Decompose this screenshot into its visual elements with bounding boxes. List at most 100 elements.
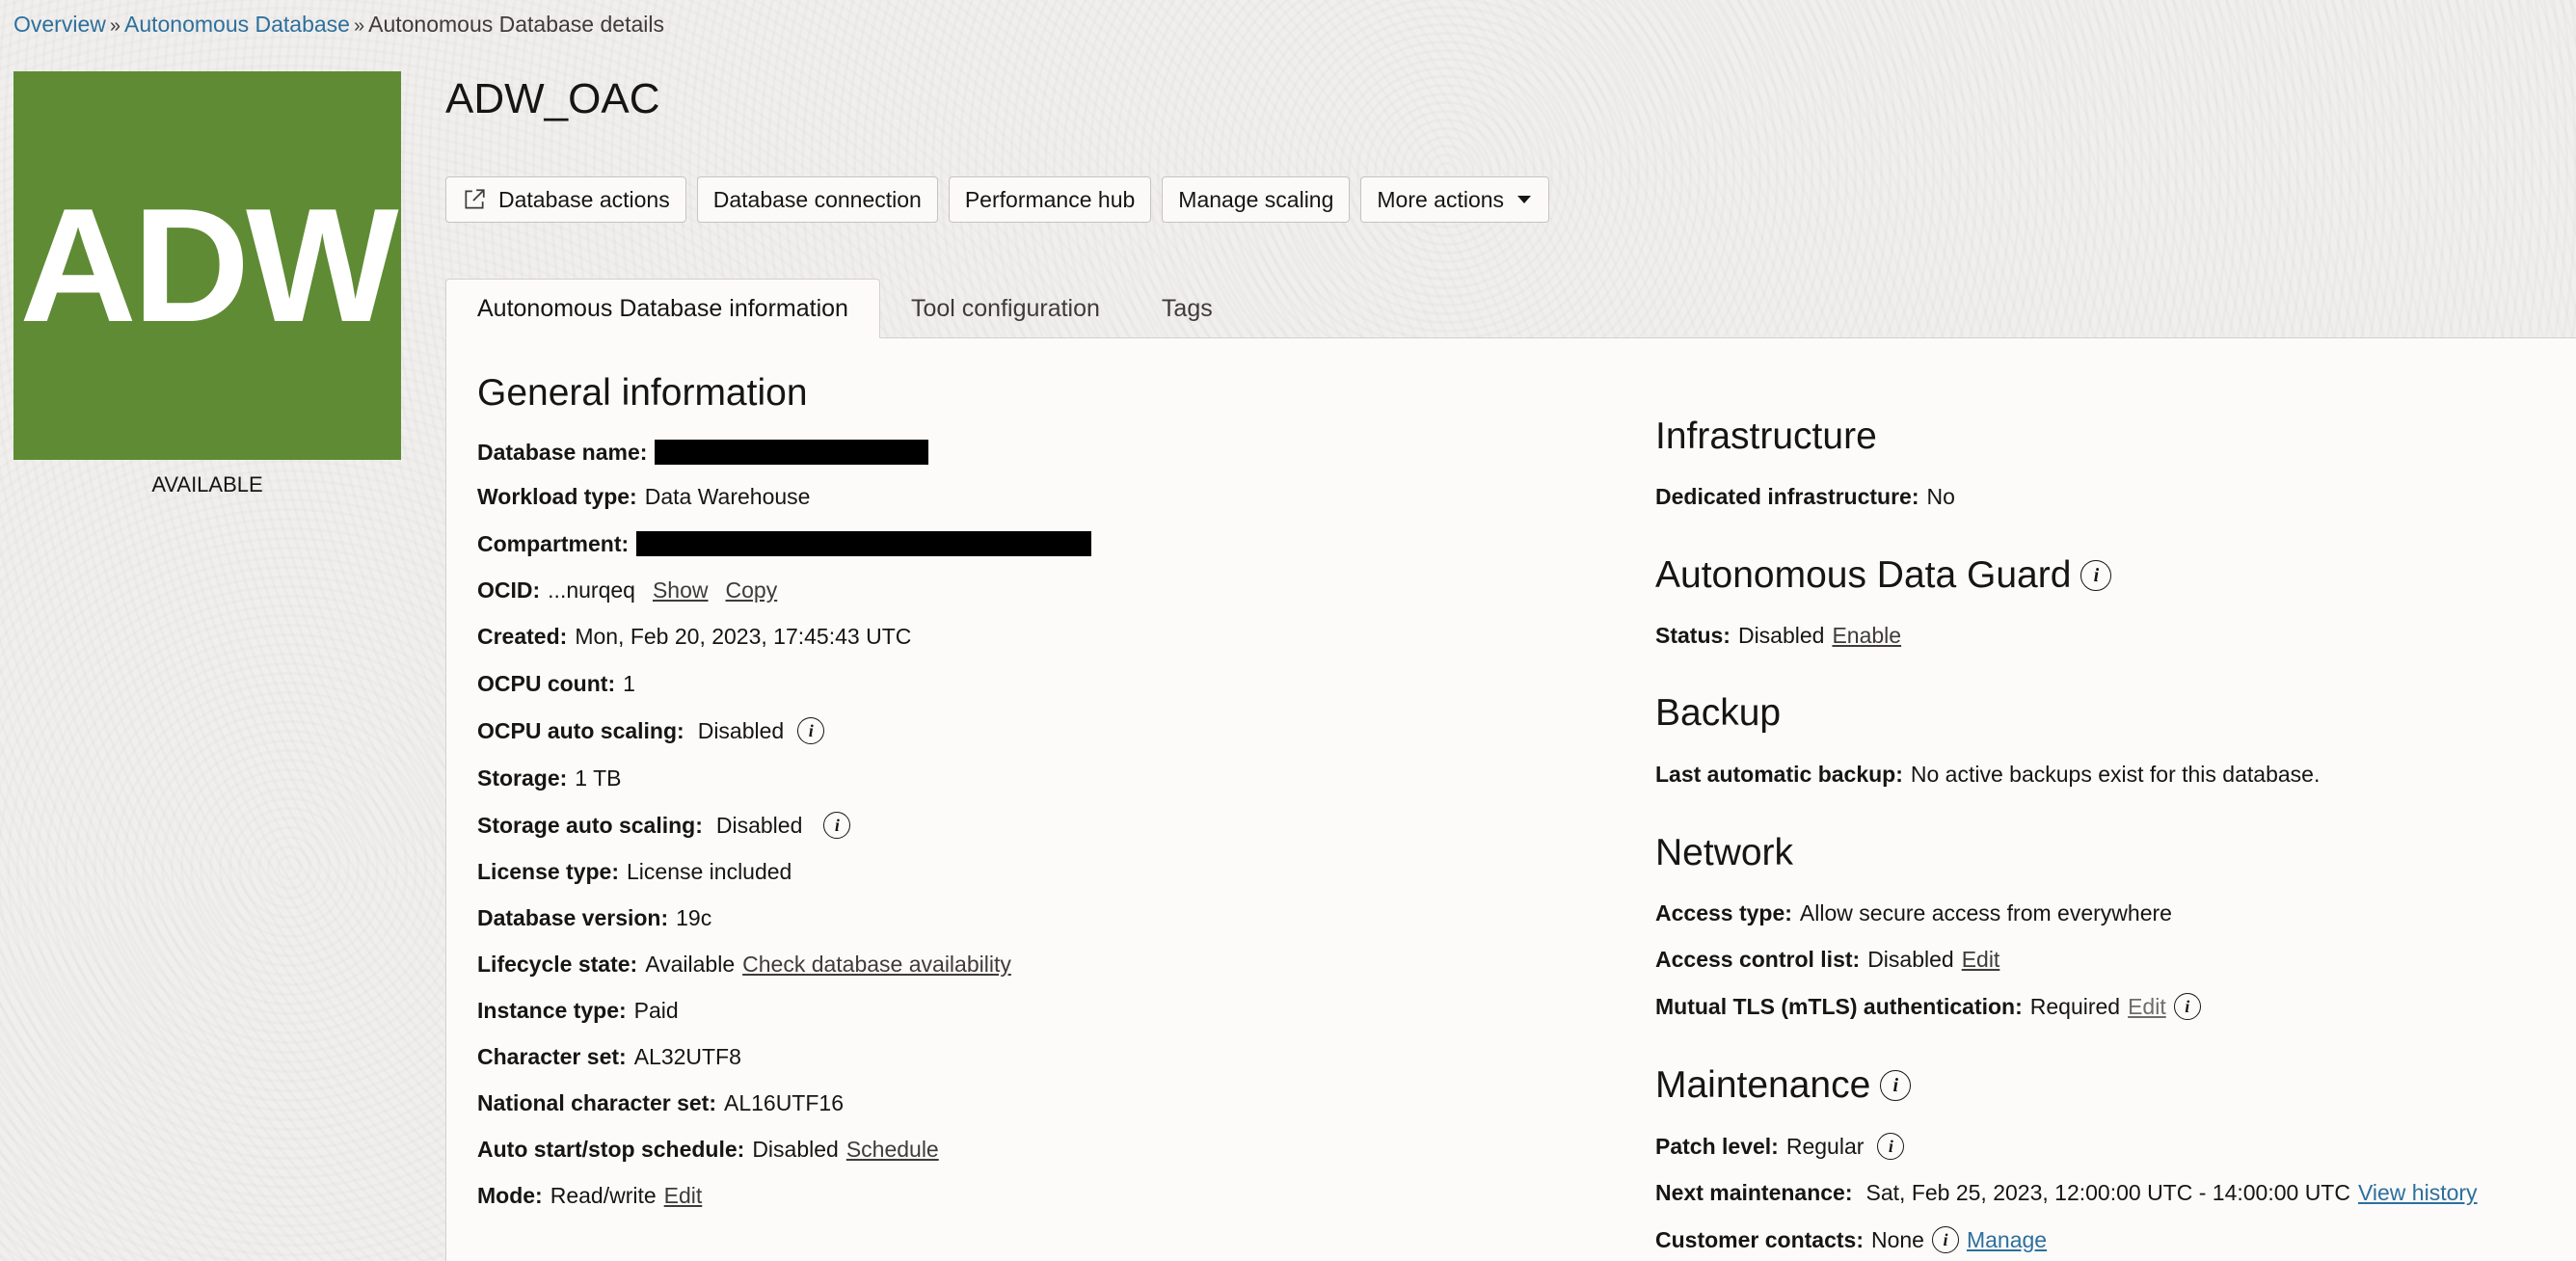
- storage-auto-scaling-value: Disabled: [715, 812, 803, 838]
- patch-level-value: Regular: [1785, 1133, 1865, 1159]
- more-actions-button[interactable]: More actions: [1360, 176, 1550, 223]
- breadcrumb-overview[interactable]: Overview: [13, 12, 106, 37]
- dedicated-infrastructure-row: Dedicated infrastructure: No: [1655, 481, 1955, 512]
- tab-autonomous-database-information[interactable]: Autonomous Database information: [445, 279, 880, 338]
- ocpu-count-row: OCPU count: 1: [477, 668, 635, 699]
- auto-start-stop-value: Disabled: [752, 1136, 839, 1162]
- info-icon[interactable]: i: [1880, 1070, 1912, 1101]
- ocid-row: OCID: ...nurqeq Show Copy: [477, 575, 777, 605]
- action-toolbar: Database actions Database connection Per…: [445, 176, 1550, 223]
- more-actions-label: More actions: [1377, 186, 1505, 212]
- license-type-value: License included: [627, 858, 792, 884]
- tab-bar: Autonomous Database information Tool con…: [445, 279, 1244, 338]
- ocid-copy-link[interactable]: Copy: [726, 577, 778, 604]
- tab-tags[interactable]: Tags: [1131, 279, 1244, 338]
- access-control-list-edit-link[interactable]: Edit: [1962, 947, 2000, 973]
- performance-hub-button[interactable]: Performance hub: [948, 176, 1152, 223]
- lifecycle-state-value: Available: [645, 951, 736, 977]
- autonomous-data-guard-heading: Autonomous Data Guard i: [1655, 554, 2112, 597]
- database-version-value: 19c: [676, 904, 712, 930]
- autonomous-data-guard-title: Autonomous Data Guard: [1655, 554, 2072, 596]
- breadcrumb-separator: »: [109, 15, 121, 37]
- database-actions-button[interactable]: Database actions: [445, 176, 686, 223]
- backup-heading: Backup: [1655, 692, 1782, 734]
- info-icon[interactable]: i: [797, 717, 825, 744]
- compartment-row: Compartment:: [477, 528, 1092, 559]
- character-set-row: Character set: AL32UTF8: [477, 1041, 741, 1072]
- breadcrumb: Overview» Autonomous Database» Autonomous …: [13, 12, 664, 38]
- mode-row: Mode: Read/write Edit: [477, 1180, 702, 1211]
- database-name-label: Database name:: [477, 439, 648, 465]
- data-guard-status-row: Status: Disabled Enable: [1655, 620, 1901, 651]
- lifecycle-state-label: Lifecycle state:: [477, 951, 638, 977]
- storage-value: 1 TB: [575, 765, 622, 791]
- customer-contacts-manage-link[interactable]: Manage: [1967, 1227, 2047, 1253]
- patch-level-row: Patch level: Regular i: [1655, 1131, 1905, 1162]
- info-icon[interactable]: i: [1931, 1226, 1959, 1253]
- license-type-label: License type:: [477, 858, 619, 884]
- access-control-list-label: Access control list:: [1655, 946, 1861, 972]
- storage-auto-scaling-row: Storage auto scaling: Disabled i: [477, 810, 851, 841]
- ocpu-auto-scaling-row: OCPU auto scaling: Disabled i: [477, 715, 825, 746]
- license-type-row: License type: License included: [477, 856, 792, 887]
- created-label: Created:: [477, 623, 568, 649]
- instance-type-value: Paid: [633, 997, 679, 1023]
- next-maintenance-row: Next maintenance: Sat, Feb 25, 2023, 12:…: [1655, 1177, 2478, 1208]
- compartment-label: Compartment:: [477, 530, 630, 556]
- database-version-row: Database version: 19c: [477, 902, 711, 933]
- schedule-link[interactable]: Schedule: [846, 1137, 939, 1163]
- mode-value: Read/write: [550, 1182, 657, 1208]
- infrastructure-heading: Infrastructure: [1655, 416, 1877, 457]
- info-icon[interactable]: i: [2173, 993, 2201, 1020]
- created-value: Mon, Feb 20, 2023, 17:45:43 UTC: [575, 623, 912, 649]
- last-automatic-backup-label: Last automatic backup:: [1655, 761, 1903, 787]
- database-actions-label: Database actions: [498, 186, 670, 212]
- national-character-set-label: National character set:: [477, 1089, 716, 1115]
- maintenance-title: Maintenance: [1655, 1064, 1871, 1106]
- mtls-edit-link[interactable]: Edit: [2128, 994, 2166, 1020]
- ocpu-auto-scaling-label: OCPU auto scaling:: [477, 717, 684, 743]
- storage-label: Storage:: [477, 765, 568, 791]
- database-connection-button[interactable]: Database connection: [696, 176, 938, 223]
- ocpu-auto-scaling-value: Disabled: [697, 717, 785, 743]
- info-icon[interactable]: i: [823, 812, 851, 839]
- info-icon[interactable]: i: [2080, 560, 2112, 591]
- maintenance-heading: Maintenance i: [1655, 1064, 1912, 1107]
- breadcrumb-autonomous-database[interactable]: Autonomous Database: [124, 12, 350, 37]
- manage-scaling-button[interactable]: Manage scaling: [1162, 176, 1351, 223]
- database-version-label: Database version:: [477, 904, 669, 930]
- national-character-set-row: National character set: AL16UTF16: [477, 1087, 844, 1118]
- access-control-list-value: Disabled: [1867, 946, 1954, 972]
- redacted-database-name: [655, 440, 929, 465]
- lifecycle-status-label: AVAILABLE: [151, 472, 263, 496]
- dedicated-infrastructure-value: No: [1926, 483, 1955, 509]
- breadcrumb-separator: »: [353, 15, 365, 37]
- instance-type-label: Instance type:: [477, 997, 627, 1023]
- workload-type-label: Workload type:: [477, 483, 637, 509]
- mode-edit-link[interactable]: Edit: [664, 1183, 703, 1209]
- customer-contacts-row: Customer contacts: None i Manage: [1655, 1224, 2047, 1255]
- info-icon[interactable]: i: [1877, 1133, 1905, 1160]
- mode-label: Mode:: [477, 1182, 543, 1208]
- ocid-show-link[interactable]: Show: [653, 577, 709, 604]
- data-guard-enable-link[interactable]: Enable: [1832, 623, 1901, 649]
- redacted-compartment: [636, 531, 1092, 556]
- access-control-list-row: Access control list: Disabled Edit: [1655, 944, 1999, 975]
- customer-contacts-label: Customer contacts:: [1655, 1226, 1864, 1252]
- caret-down-icon: [1516, 194, 1533, 205]
- ocpu-count-value: 1: [623, 670, 635, 696]
- view-history-link[interactable]: View history: [2358, 1180, 2478, 1206]
- lifecycle-state-row: Lifecycle state: Available Check databas…: [477, 949, 1011, 979]
- next-maintenance-label: Next maintenance:: [1655, 1179, 1853, 1205]
- check-database-availability-link[interactable]: Check database availability: [742, 952, 1011, 978]
- general-information-heading: General information: [477, 372, 808, 414]
- character-set-value: AL32UTF8: [633, 1043, 741, 1069]
- data-guard-status-label: Status:: [1655, 622, 1731, 648]
- workload-type-row: Workload type: Data Warehouse: [477, 481, 810, 512]
- adw-logo: ADW: [13, 71, 401, 460]
- tab-tool-configuration[interactable]: Tool configuration: [880, 279, 1131, 338]
- storage-row: Storage: 1 TB: [477, 763, 621, 793]
- external-link-icon: [462, 187, 487, 212]
- mtls-row: Mutual TLS (mTLS) authentication: Requir…: [1655, 991, 2201, 1022]
- network-heading: Network: [1655, 832, 1794, 873]
